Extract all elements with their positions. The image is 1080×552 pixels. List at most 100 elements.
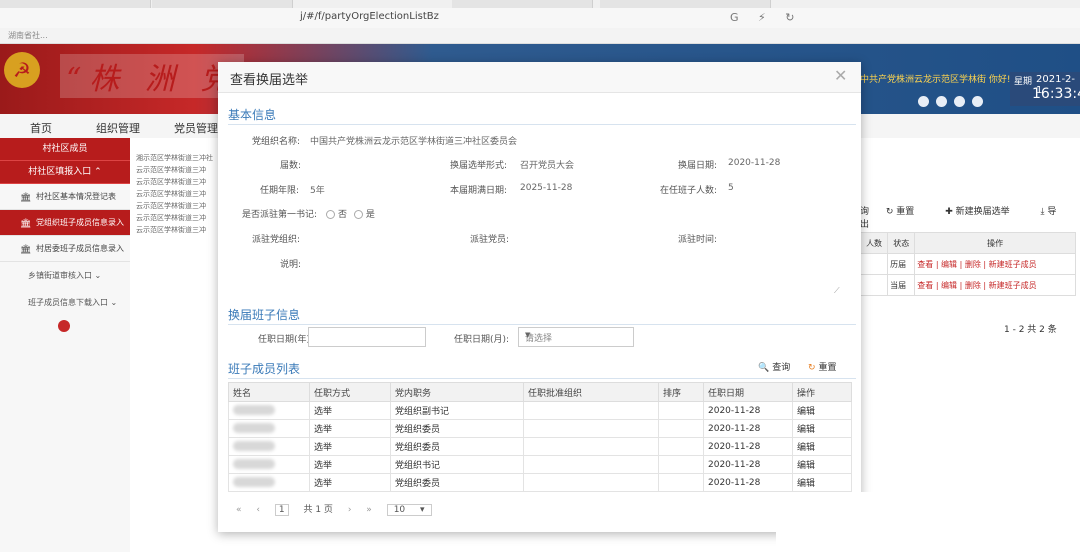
bookmark-item[interactable]: 湖南省社... <box>8 30 48 41</box>
address-bar[interactable]: j/#/f/partyOrgElectionListBz G ⚡ ↻ <box>0 8 1080 29</box>
sidebar-item-review[interactable]: 乡镇街道审核入口 ⌄ <box>0 262 130 289</box>
reset-label: 重置 <box>818 363 837 373</box>
tree-node[interactable]: 云示范区学林街道三冲 <box>136 212 218 224</box>
info-icon[interactable] <box>918 96 929 107</box>
member-name <box>228 473 310 492</box>
table-row: 选举 党组织副书记 2020-11-28 编辑 <box>228 401 852 420</box>
sidebar-item-label: 村社区基本情况登记表 <box>36 192 116 201</box>
query-button[interactable]: 🔍 查询 <box>758 360 790 373</box>
sidebar-item-label: 村居委班子成员信息录入 <box>36 244 124 253</box>
sidebar-item-committee-team[interactable]: 🏛 村居委班子成员信息录入 <box>0 236 130 262</box>
resize-handle-icon[interactable]: ⟋ <box>834 286 840 296</box>
bg-new-button[interactable]: ✚ 新建换届选举 <box>945 207 1023 217</box>
search-icon: 🔍 <box>758 363 770 373</box>
section-divider <box>228 378 856 379</box>
bg-reset-button[interactable]: ↻ 重置 <box>886 207 928 217</box>
row-status: 当届 <box>887 274 916 296</box>
member-method: 选举 <box>309 437 391 456</box>
browser-tab[interactable] <box>152 0 293 8</box>
member-name <box>228 419 310 438</box>
member-date: 2020-11-28 <box>703 473 793 492</box>
tree-node[interactable]: 湘示范区学林街道三冲社 <box>136 152 218 164</box>
tree-node[interactable]: 云示范区学林街道三冲 <box>136 224 218 236</box>
edit-link[interactable]: 编辑 <box>792 401 852 420</box>
close-icon[interactable]: ✕ <box>834 66 847 85</box>
browser-tab-strip[interactable] <box>0 0 1080 8</box>
collapse-icon[interactable] <box>58 320 70 332</box>
edit-link[interactable]: 编辑 <box>792 437 852 456</box>
last-page-icon[interactable]: » <box>366 505 372 515</box>
next-page-icon[interactable]: › <box>348 505 352 515</box>
nav-member-manage[interactable]: 党员管理 <box>174 120 218 136</box>
table-row: 选举 党组织委员 2020-11-28 编辑 <box>228 419 852 438</box>
team-info-title: 换届班子信息 <box>228 308 301 322</box>
bg-col-ops: 操作 <box>914 232 1076 254</box>
row-ops[interactable]: 查看 | 编辑 | 删除 | 新建班子成员 <box>914 253 1076 275</box>
row-status: 历届 <box>887 253 916 275</box>
bank-icon: 🏛 <box>20 193 32 203</box>
edit-link[interactable]: 编辑 <box>792 419 852 438</box>
sidebar-item-party-team[interactable]: 🏛 党组织班子成员信息录入 <box>0 210 130 236</box>
member-method: 选举 <box>309 455 391 474</box>
sidebar-download-label: 班子成员信息下载入口 <box>28 298 108 307</box>
bg-reset-label: 重置 <box>896 207 915 217</box>
col-method: 任职方式 <box>309 382 391 402</box>
browser-tab[interactable] <box>0 0 151 8</box>
chevron-down-icon: ▼ <box>525 331 531 339</box>
table-row: 选举 党组织书记 2020-11-28 编辑 <box>228 455 852 474</box>
col-name: 姓名 <box>228 382 310 402</box>
url-text[interactable]: j/#/f/partyOrgElectionListBz <box>300 11 439 22</box>
address-bar-icons[interactable]: G ⚡ ↻ <box>730 11 802 24</box>
bg-new-label: 新建换届选举 <box>955 207 1010 217</box>
sidebar-section-members[interactable]: 村社区成员 <box>0 138 130 161</box>
member-method: 选举 <box>309 401 391 420</box>
note-label: 说明: <box>280 260 302 270</box>
page-number-input[interactable]: 1 <box>274 504 289 516</box>
tree-node[interactable]: 云示范区学林街道三冲 <box>136 200 218 212</box>
background-table: 人数 状态 操作 历届 查看 | 编辑 | 删除 | 新建班子成员 当届 查看 … <box>859 232 1076 296</box>
nav-home[interactable]: 首页 <box>30 120 52 136</box>
member-name <box>228 437 310 456</box>
help-icon[interactable] <box>954 96 965 107</box>
sidebar-review-label: 乡镇街道审核入口 <box>28 271 92 280</box>
bg-pager: 1 - 2 共 2 条 <box>1004 325 1057 335</box>
bg-query-button[interactable]: 询 <box>860 207 869 217</box>
settings-icon[interactable] <box>936 96 947 107</box>
radio-yes[interactable] <box>353 210 363 219</box>
sidebar-item-download[interactable]: 班子成员信息下载入口 ⌄ <box>0 289 130 316</box>
col-date: 任职日期 <box>703 382 793 402</box>
year-input[interactable] <box>308 327 426 347</box>
prev-page-icon[interactable]: ‹ <box>256 505 260 515</box>
edit-link[interactable]: 编辑 <box>792 455 852 474</box>
header-icons <box>918 96 990 110</box>
dispatch-member-label: 派驻党员: <box>470 235 510 245</box>
tree-node[interactable]: 云示范区学林街道三冲 <box>136 176 218 188</box>
nav-org-manage[interactable]: 组织管理 <box>96 120 140 136</box>
page-size-select[interactable]: 10 ▾ <box>386 504 432 516</box>
row-ops[interactable]: 查看 | 编辑 | 删除 | 新建班子成员 <box>914 274 1076 296</box>
first-secretary-label: 是否派驻第一书记: <box>242 210 318 220</box>
reset-button[interactable]: ↻ 重置 <box>808 360 837 373</box>
bg-col-count: 人数 <box>859 232 889 254</box>
power-icon[interactable] <box>972 96 983 107</box>
edit-link[interactable]: 编辑 <box>792 473 852 492</box>
tree-node[interactable]: 云示范区学林街道三冲 <box>136 164 218 176</box>
first-secretary-radios: 否 是 <box>322 207 375 220</box>
tree-node[interactable]: 云示范区学林街道三冲 <box>136 188 218 200</box>
col-op: 操作 <box>792 382 852 402</box>
bookmark-bar: 湖南省社... <box>0 28 1080 44</box>
sidebar-item-label: 党组织班子成员信息录入 <box>36 218 124 227</box>
basic-info-title: 基本信息 <box>228 108 277 122</box>
sidebar-section-entry[interactable]: 村社区填报入口 ⌃ <box>0 161 130 184</box>
first-page-icon[interactable]: « <box>236 505 242 515</box>
org-tree[interactable]: 湘示范区学林街道三冲社 云示范区学林街道三冲 云示范区学林街道三冲 云示范区学林… <box>136 152 218 236</box>
table-row: 当届 查看 | 编辑 | 删除 | 新建班子成员 <box>859 274 1076 296</box>
browser-tab[interactable] <box>600 0 771 8</box>
browser-tab[interactable] <box>452 0 593 8</box>
org-name-value: 中国共产党株洲云龙示范区学林街道三冲社区委员会 <box>310 137 518 147</box>
month-select[interactable]: 请选择 ▼ <box>518 327 634 347</box>
radio-no[interactable] <box>326 210 335 219</box>
table-row: 历届 查看 | 编辑 | 删除 | 新建班子成员 <box>859 253 1076 275</box>
sidebar-item-basic-info[interactable]: 🏛 村社区基本情况登记表 <box>0 184 130 210</box>
member-post: 党组织书记 <box>390 455 524 474</box>
